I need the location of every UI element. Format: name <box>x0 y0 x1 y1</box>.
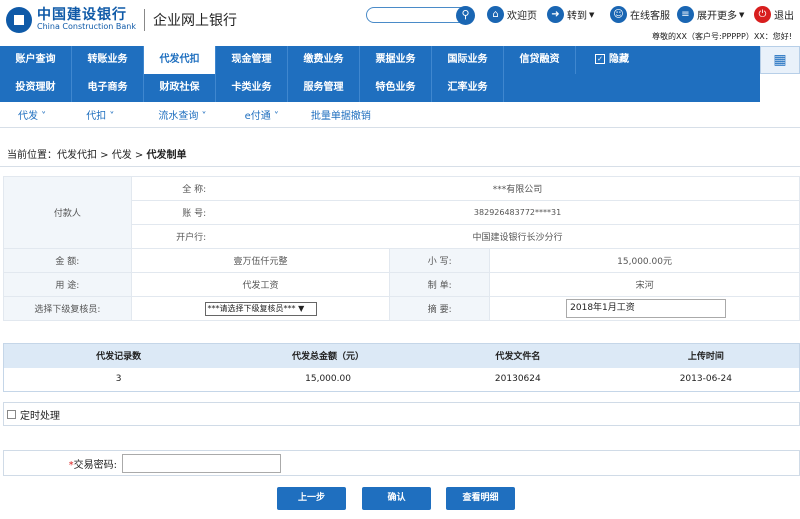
bank-logo[interactable]: 中国建设银行 China Construction Bank 企业网上银行 <box>6 7 237 33</box>
timed-processing-row: 定时处理 <box>3 402 800 426</box>
nav-ecommerce[interactable]: 电子商务 <box>72 74 144 102</box>
nav-payment[interactable]: 缴费业务 <box>288 46 360 74</box>
nav-bills[interactable]: 票据业务 <box>360 46 432 74</box>
logout-button[interactable]: ⏻ 退出 <box>754 6 794 23</box>
payer-bank: 中国建设银行长沙分行 <box>236 224 800 249</box>
reviewer-select[interactable]: ***请选择下级复核员*** ▼ <box>204 301 317 316</box>
nav-transfer[interactable]: 转账业务 <box>72 46 144 74</box>
header: 中国建设银行 China Construction Bank 企业网上银行 ⚲ … <box>0 0 800 46</box>
nav-credit[interactable]: 信贷融资 <box>504 46 576 74</box>
confirm-button[interactable]: 确认 <box>362 487 431 510</box>
file-summary-table: 代发记录数 代发总金额（元） 代发文件名 上传时间 3 15,000.00 20… <box>3 343 800 392</box>
subnav-epay[interactable]: e付通 ˅ <box>245 107 279 122</box>
service-label: 在线客服 <box>630 11 670 22</box>
nav-investment[interactable]: 投资理财 <box>0 74 72 102</box>
amount-number: 15,000.00元 <box>489 248 800 273</box>
nav-social-security[interactable]: 财政社保 <box>144 74 216 102</box>
caret-down-icon: ▼ <box>589 10 595 19</box>
reviewer-label: 选择下级复核员: <box>3 296 132 321</box>
search-icon[interactable]: ⚲ <box>456 6 475 25</box>
sub-nav: 代发 ˅ 代扣 ˅ 流水查询 ˅ e付通 ˅ 批量单据撤销 <box>0 102 800 128</box>
bank-label: 开户行: <box>130 224 237 249</box>
col-total-amount: 代发总金额（元） <box>233 343 423 368</box>
nav-service-management[interactable]: 服务管理 <box>288 74 360 102</box>
payer-fullname: ***有限公司 <box>236 176 800 201</box>
amount-words: 壹万伍仟元整 <box>130 248 391 273</box>
list-icon: ≡ <box>677 6 694 23</box>
user-greeting: 尊敬的XX（客户号:PPPPP）XX：您好! <box>652 32 792 41</box>
col-record-count: 代发记录数 <box>3 343 234 368</box>
purpose-value: 代发工资 <box>130 272 391 297</box>
purpose-label: 用 途: <box>3 272 132 297</box>
nav-hide-toggle[interactable]: ✓ 隐藏 <box>576 46 648 74</box>
maker-label: 制 单: <box>389 272 491 297</box>
password-input[interactable] <box>122 453 281 473</box>
col-file-name: 代发文件名 <box>422 343 613 368</box>
col-upload-time: 上传时间 <box>612 343 800 368</box>
breadcrumb: 当前位置：代发代扣 > 代发 > 代发制单 <box>7 146 186 161</box>
caret-down-icon: ▼ <box>739 10 745 19</box>
prev-step-button[interactable]: 上一步 <box>277 487 346 510</box>
breadcrumb-path: 当前位置：代发代扣 > 代发 > <box>7 150 147 161</box>
home-icon: ⌂ <box>487 6 504 23</box>
view-details-button[interactable]: 查看明细 <box>446 487 515 510</box>
goto-menu[interactable]: ➜ 转到 ▼ <box>547 6 594 23</box>
main-nav-row1: 账户查询 转账业务 代发代扣 现金管理 缴费业务 票据业务 国际业务 信贷融资 … <box>0 46 760 74</box>
timed-checkbox[interactable] <box>7 409 16 419</box>
maker-value: 宋河 <box>489 272 800 297</box>
nav-payroll[interactable]: 代发代扣 <box>144 46 216 74</box>
payer-account: 382926483772****31 <box>236 200 800 225</box>
table-row: 3 15,000.00 20130624 2013-06-24 <box>4 368 800 392</box>
welcome-label: 欢迎页 <box>507 11 537 22</box>
subnav-batch-cancel[interactable]: 批量单据撤销 <box>311 107 371 122</box>
cell-total-amount: 15,000.00 <box>305 374 351 385</box>
welcome-link[interactable]: ⌂ 欢迎页 <box>487 6 537 23</box>
main-nav-row2: 投资理财 电子商务 财政社保 卡类业务 服务管理 特色业务 汇率业务 <box>0 74 760 102</box>
memo-input[interactable]: 2018年1月工资 <box>566 299 727 318</box>
password-row: *交易密码: <box>3 450 800 476</box>
arrow-icon: ➜ <box>547 6 564 23</box>
fullname-label: 全 称: <box>130 176 237 201</box>
dropdown-arrow-icon: ▼ <box>298 303 305 313</box>
nav-international[interactable]: 国际业务 <box>432 46 504 74</box>
memo-label: 摘 要: <box>389 296 491 321</box>
reviewer-select-value: ***请选择下级复核员*** <box>207 303 296 313</box>
person-icon: ☺ <box>610 6 627 23</box>
nav-special[interactable]: 特色业务 <box>360 74 432 102</box>
nav-cards[interactable]: 卡类业务 <box>216 74 288 102</box>
cell-record-count: 3 <box>115 374 122 385</box>
cell-upload-time: 2013-06-24 <box>679 374 733 385</box>
nav-cash-management[interactable]: 现金管理 <box>216 46 288 74</box>
nav-account-query[interactable]: 账户查询 <box>0 46 72 74</box>
subnav-deduct[interactable]: 代扣 ˅ <box>86 107 114 122</box>
power-icon: ⏻ <box>754 6 771 23</box>
payer-section-label: 付款人 <box>3 176 132 249</box>
ccb-logo-icon <box>6 7 32 33</box>
logout-label: 退出 <box>774 11 794 22</box>
bank-name-cn: 中国建设银行 <box>37 7 127 24</box>
goto-label: 转到 <box>567 11 587 22</box>
grid-menu-icon[interactable]: ▦ <box>760 46 800 74</box>
portal-title: 企业网上银行 <box>152 13 237 29</box>
breadcrumb-current: 代发制单 <box>146 150 187 161</box>
bank-name-en: China Construction Bank <box>37 22 136 32</box>
account-label: 账 号: <box>130 200 237 225</box>
hide-label: 隐藏 <box>609 54 629 65</box>
expand-label: 展开更多 <box>697 11 737 22</box>
hide-checkbox-icon: ✓ <box>595 54 605 64</box>
cell-file-name[interactable]: 20130624 <box>423 368 613 392</box>
expand-more-menu[interactable]: ≡ 展开更多 ▼ <box>677 6 744 23</box>
amount-small-label: 小 写: <box>389 248 491 273</box>
divider <box>0 166 800 167</box>
subnav-pay[interactable]: 代发 ˅ <box>18 107 46 122</box>
search-input[interactable]: ⚲ <box>366 6 475 25</box>
online-service-link[interactable]: ☺ 在线客服 <box>610 6 670 23</box>
timed-label: 定时处理 <box>20 410 60 422</box>
nav-exchange[interactable]: 汇率业务 <box>432 74 504 102</box>
logo-divider <box>143 9 145 31</box>
subnav-flow-query[interactable]: 流水查询 ˅ <box>158 107 206 122</box>
password-label: *交易密码: <box>68 459 117 471</box>
payment-form-table: 付款人 全 称: ***有限公司 账 号: 382926483772****31… <box>3 176 800 321</box>
amount-label: 金 额: <box>3 248 132 273</box>
